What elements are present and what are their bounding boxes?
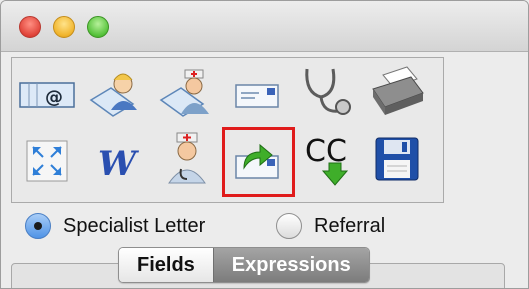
email-card-button[interactable]: @ [17, 67, 77, 123]
close-button[interactable] [19, 16, 41, 38]
title-bar [1, 1, 528, 52]
doctor-card-button[interactable] [157, 65, 217, 121]
doctor-button[interactable] [157, 129, 217, 185]
word-button[interactable]: W [87, 133, 147, 189]
envelope-icon [235, 84, 279, 108]
radio-referral[interactable]: Referral [276, 211, 385, 241]
radio-label: Specialist Letter [63, 214, 206, 237]
stethoscope-icon [305, 68, 351, 115]
envelope-button[interactable] [227, 67, 287, 123]
tab-expressions[interactable]: Expressions [212, 248, 369, 282]
segmented-tabs: Fields Expressions [118, 247, 370, 283]
email-card-icon: @ [19, 82, 75, 108]
radio-specialist-letter[interactable]: Specialist Letter [25, 211, 205, 241]
doctor-card-icon [159, 69, 209, 117]
cc-download-button[interactable]: CC [297, 131, 357, 187]
word-icon: W [98, 144, 139, 183]
tab-fields[interactable]: Fields [119, 248, 213, 282]
patient-card-icon [89, 73, 137, 117]
radio-button[interactable] [276, 213, 302, 239]
svg-text:@: @ [45, 87, 63, 108]
save-disk-icon [375, 137, 419, 181]
printer-icon [372, 66, 424, 115]
fullscreen-button[interactable] [17, 133, 77, 189]
svg-text:W: W [98, 144, 139, 183]
patient-card-button[interactable] [87, 65, 147, 121]
highlight-box [222, 127, 295, 197]
save-button[interactable] [367, 131, 427, 187]
radio-button[interactable] [25, 213, 51, 239]
minimize-button[interactable] [53, 16, 75, 38]
radio-label: Referral [314, 214, 386, 237]
stethoscope-button[interactable] [297, 63, 357, 119]
doctor-icon [168, 132, 206, 184]
fullscreen-icon [26, 140, 68, 182]
app-window: @ W CC Specialist Letter Referral Fields… [0, 0, 529, 289]
print-button[interactable] [367, 63, 427, 119]
zoom-button[interactable] [87, 16, 109, 38]
cc-download-icon: CC [305, 134, 349, 186]
